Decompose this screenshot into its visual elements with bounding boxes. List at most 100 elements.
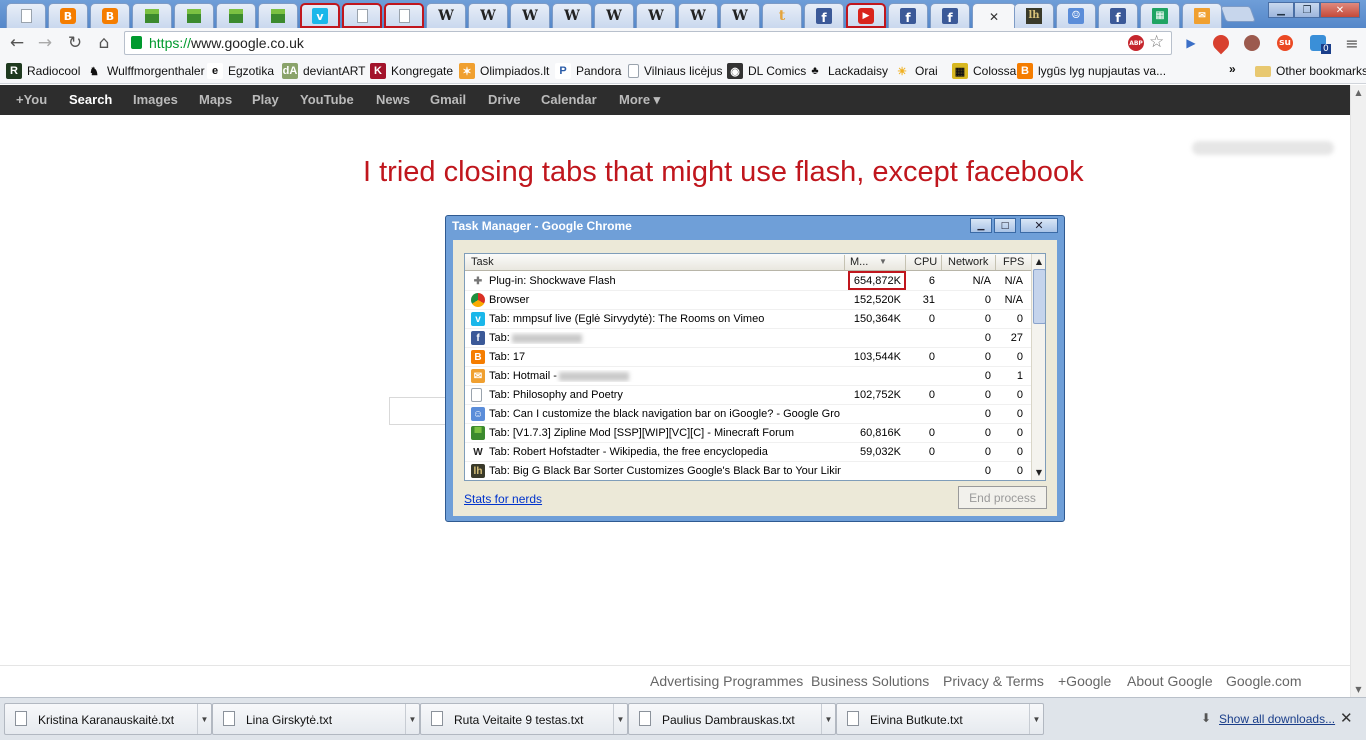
bookmark-item[interactable]: Vilniaus licėjus — [628, 62, 723, 80]
download-item[interactable]: Lina Girskytė.txt ▼ — [212, 703, 420, 735]
bookmark-item[interactable]: R Radiocool — [6, 62, 80, 80]
browser-tab[interactable]: B — [48, 3, 88, 28]
end-process-button[interactable]: End process — [958, 486, 1047, 509]
browser-tab[interactable] — [342, 3, 382, 28]
browser-tab[interactable]: lh — [1014, 3, 1054, 28]
tm-scroll-up[interactable]: ▲ — [1032, 254, 1045, 268]
tm-scroll-thumb[interactable] — [1033, 269, 1045, 324]
browser-tab[interactable]: ▶ — [846, 3, 886, 28]
adblock-icon[interactable]: ABP — [1128, 35, 1144, 51]
footer-link[interactable]: Google.com — [1226, 673, 1301, 689]
bookmark-item[interactable]: ♣ Lackadaisy — [807, 62, 888, 80]
other-bookmarks-folder[interactable]: Other bookmarks — [1255, 62, 1366, 80]
close-window-button[interactable]: ✕ — [1320, 2, 1360, 18]
browser-tab[interactable]: W — [636, 3, 676, 28]
restore-window-button[interactable]: ❐ — [1294, 2, 1320, 18]
browser-tab[interactable]: W — [720, 3, 760, 28]
column-fps[interactable]: FPS — [1003, 256, 1024, 268]
reload-button[interactable]: ↻ — [64, 32, 86, 54]
account-email-blurred[interactable] — [1192, 141, 1334, 155]
browser-tab[interactable] — [216, 3, 256, 28]
browser-tab[interactable]: t — [762, 3, 802, 28]
footer-link[interactable]: Advertising Programmes — [650, 673, 803, 689]
download-item[interactable]: Kristina Karanauskaitė.txt ▼ — [4, 703, 212, 735]
browser-tab[interactable]: B — [90, 3, 130, 28]
tm-maximize-button[interactable]: □ — [994, 218, 1016, 233]
gbar-item[interactable]: Calendar — [541, 92, 597, 107]
browser-tab[interactable]: f — [930, 3, 970, 28]
gbar-item[interactable]: Images — [133, 92, 178, 107]
browser-tab[interactable]: f — [888, 3, 928, 28]
column-network[interactable]: Network — [948, 256, 988, 268]
play-extension-icon[interactable]: ▶ — [1183, 35, 1199, 51]
browser-tab[interactable] — [384, 3, 424, 28]
bookmark-item[interactable]: Blygūs lyg nupjautas va... — [1017, 62, 1166, 80]
browser-tab[interactable] — [132, 3, 172, 28]
download-menu-arrow[interactable]: ▼ — [197, 704, 211, 734]
browser-tab[interactable]: ▦ — [1140, 3, 1180, 28]
chrome-menu-icon[interactable]: ≡ — [1341, 32, 1363, 54]
bookmark-star-icon[interactable]: ☆ — [1149, 32, 1164, 52]
bookmark-item[interactable]: ✶ Olimpiados.lt — [459, 62, 549, 80]
gbar-item[interactable]: Gmail — [430, 92, 466, 107]
tm-scroll-down[interactable]: ▼ — [1032, 465, 1045, 479]
forward-button[interactable]: → — [34, 32, 56, 54]
minimize-window-button[interactable]: ▁ — [1268, 2, 1294, 18]
browser-tab[interactable]: W — [426, 3, 466, 28]
bookmark-item[interactable]: ◉ DL Comics — [727, 62, 806, 80]
footer-link[interactable]: +Google — [1058, 673, 1111, 689]
back-button[interactable]: ← — [6, 32, 28, 54]
column-cpu[interactable]: CPU — [914, 256, 937, 268]
extension-ball-icon[interactable] — [1244, 35, 1260, 51]
browser-tab[interactable] — [174, 3, 214, 28]
close-download-shelf-icon[interactable]: ✕ — [1340, 709, 1353, 727]
gbar-item[interactable]: Maps — [199, 92, 232, 107]
scroll-down-arrow[interactable]: ▼ — [1351, 682, 1366, 697]
bookmark-item[interactable]: P Pandora — [555, 62, 621, 80]
browser-tab[interactable]: v — [300, 3, 340, 28]
bookmark-item[interactable]: ♞ Wulffmorgenthaler — [86, 62, 205, 80]
column-task[interactable]: Task — [471, 256, 494, 268]
show-all-downloads-link[interactable]: Show all downloads... — [1219, 712, 1335, 726]
gbar-item[interactable]: Play — [252, 92, 279, 107]
address-bar[interactable]: https://www.google.co.uk ABP ☆ — [124, 31, 1172, 55]
browser-tab[interactable]: ✉ — [1182, 3, 1222, 28]
task-row[interactable]: v Tab: mmpsuf live (Eglė Sirvydytė): The … — [465, 310, 1031, 329]
browser-tab[interactable]: f — [804, 3, 844, 28]
browser-tab[interactable] — [6, 3, 46, 28]
scroll-up-arrow[interactable]: ▲ — [1351, 85, 1366, 100]
gbar-item[interactable]: Drive — [488, 92, 521, 107]
task-row[interactable]: B Tab: 17 103,544K 0 0 0 — [465, 348, 1031, 367]
download-menu-arrow[interactable]: ▼ — [613, 704, 627, 734]
task-row[interactable]: lh Tab: Big G Black Bar Sorter Customizes… — [465, 462, 1031, 480]
download-item[interactable]: Eivina Butkute.txt ▼ — [836, 703, 1044, 735]
task-table-scrollbar[interactable]: ▲ ▼ — [1031, 254, 1045, 480]
bookmark-item[interactable]: e Egzotika — [207, 62, 274, 80]
gbar-item[interactable]: More ▾ — [619, 92, 660, 108]
bookmark-item[interactable]: dA deviantART — [282, 62, 365, 80]
task-row[interactable]: W Tab: Robert Hofstadter - Wikipedia, the… — [465, 443, 1031, 462]
browser-tab[interactable]: W — [552, 3, 592, 28]
task-row[interactable]: Tab: Philosophy and Poetry 102,752K 0 0 0 — [465, 386, 1031, 405]
bookmarks-overflow-chevron[interactable]: » — [1229, 60, 1236, 78]
footer-link[interactable]: Privacy & Terms — [943, 673, 1044, 689]
home-button[interactable]: ⌂ — [93, 32, 115, 54]
browser-tab[interactable]: f — [1098, 3, 1138, 28]
browser-tab[interactable]: ✕ — [972, 3, 1016, 29]
browser-tab[interactable]: ☺ — [1056, 3, 1096, 28]
task-row[interactable]: ✚ Plug-in: Shockwave Flash 654,872K 6 N/A N/A — [465, 272, 1031, 291]
footer-link[interactable]: Business Solutions — [811, 673, 929, 689]
bookmark-item[interactable]: K Kongregate — [370, 62, 453, 80]
gbar-item[interactable]: YouTube — [300, 92, 354, 107]
download-item[interactable]: Paulius Dambrauskas.txt ▼ — [628, 703, 836, 735]
browser-tab[interactable]: W — [594, 3, 634, 28]
task-row[interactable]: f Tab: 0 27 — [465, 329, 1031, 348]
download-menu-arrow[interactable]: ▼ — [1029, 704, 1043, 734]
task-row[interactable]: ✉ Tab: Hotmail - 0 1 — [465, 367, 1031, 386]
page-scrollbar[interactable]: ▲ ▼ — [1350, 85, 1366, 697]
gbar-item[interactable]: News — [376, 92, 410, 107]
gbar-item[interactable]: +You — [16, 92, 47, 107]
bookmark-item[interactable]: ▦ Colossal — [952, 62, 1019, 80]
gbar-item[interactable]: Search — [69, 92, 112, 107]
download-menu-arrow[interactable]: ▼ — [821, 704, 835, 734]
